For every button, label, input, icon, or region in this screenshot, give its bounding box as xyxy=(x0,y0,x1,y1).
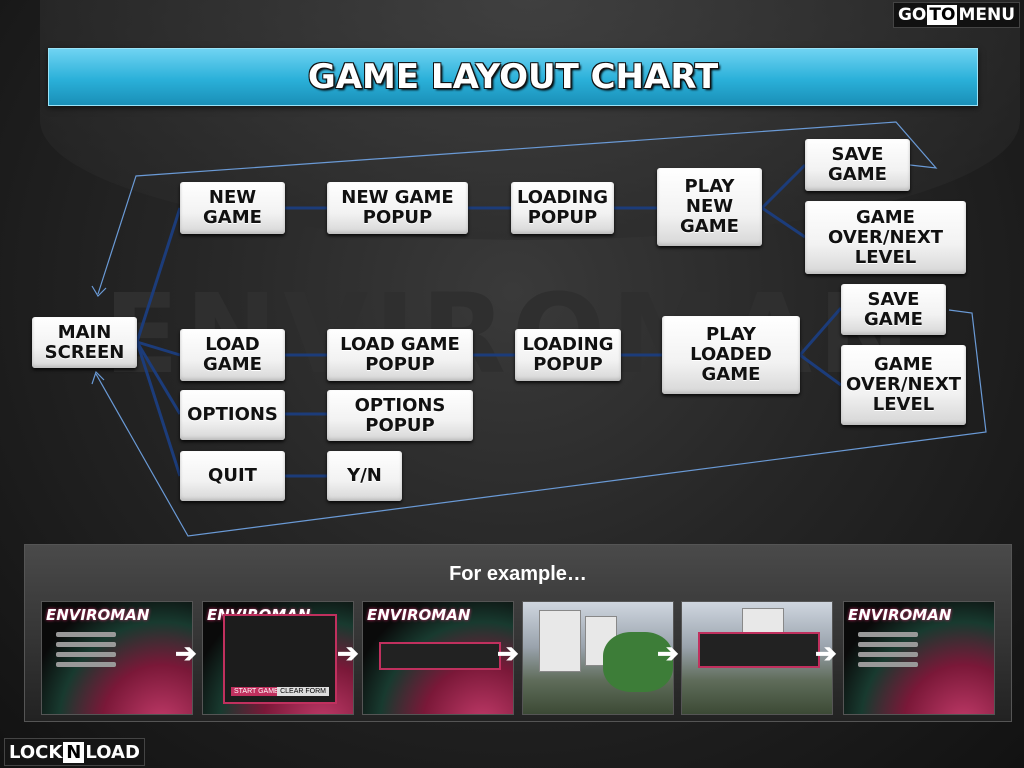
edge-playnew-gameover xyxy=(761,206,806,239)
node-game-over-1: GAME OVER/NEXT LEVEL xyxy=(805,201,966,274)
menu-item-line xyxy=(56,632,116,637)
brand-highlight: N xyxy=(63,741,85,763)
example-screen-save-game-dialog xyxy=(681,601,833,715)
node-new-game: NEW GAME xyxy=(180,182,285,234)
node-loading-popup-2: LOADING POPUP xyxy=(515,329,621,381)
node-options-popup: OPTIONS POPUP xyxy=(327,390,473,441)
example-screen-main-menu: ENVIROMAN xyxy=(41,601,193,715)
node-main-screen: MAIN SCREEN xyxy=(32,317,137,368)
enviroman-logo: ENVIROMAN xyxy=(848,606,952,624)
node-loading-popup-1: LOADING POPUP xyxy=(511,182,614,234)
clear-form-button: CLEAR FORM xyxy=(277,687,329,696)
example-screen-gameplay xyxy=(522,601,674,715)
node-play-loaded-game: PLAY LOADED GAME xyxy=(662,316,800,394)
enviroman-logo: ENVIROMAN xyxy=(367,606,471,624)
loading-bar xyxy=(379,642,501,670)
brand-right: LOAD xyxy=(85,741,140,763)
edge-main-quit xyxy=(135,341,182,477)
menu-item-line xyxy=(56,642,116,647)
node-load-game: LOAD GAME xyxy=(180,329,285,381)
node-save-game-2: SAVE GAME xyxy=(841,284,946,335)
node-game-over-2: GAME OVER/NEXT LEVEL xyxy=(841,345,966,425)
example-label: For example… xyxy=(449,563,587,585)
edge-playloaded-gameover xyxy=(799,353,842,387)
example-screen-new-game-dialog: ENVIROMAN START GAME CLEAR FORM xyxy=(202,601,354,715)
edge-playloaded-save xyxy=(798,307,843,356)
menu-item-line xyxy=(858,652,918,657)
menu-item-line xyxy=(858,642,918,647)
building xyxy=(539,610,581,672)
brand-left: LOCK xyxy=(9,741,63,763)
save-game-dialog xyxy=(698,632,820,668)
menu-item-line xyxy=(858,662,918,667)
edge-main-newgame xyxy=(135,207,182,343)
menu-item-line xyxy=(56,652,116,657)
node-quit: QUIT xyxy=(180,451,285,501)
example-screen-loading: ENVIROMAN xyxy=(362,601,514,715)
node-new-game-popup: NEW GAME POPUP xyxy=(327,182,468,234)
enviroman-logo: ENVIROMAN xyxy=(46,606,150,624)
example-screen-main-menu-return: ENVIROMAN xyxy=(843,601,995,715)
start-game-button: START GAME xyxy=(231,687,282,696)
menu-item-line xyxy=(858,632,918,637)
new-game-dialog: START GAME CLEAR FORM xyxy=(223,614,337,704)
menu-item-line xyxy=(56,662,116,667)
node-save-game-1: SAVE GAME xyxy=(805,139,910,191)
node-yn: Y/N xyxy=(327,451,402,501)
node-options: OPTIONS xyxy=(180,390,285,440)
node-load-game-popup: LOAD GAME POPUP xyxy=(327,329,473,381)
example-panel: For example… ENVIROMAN ➔ ENVIROMAN START… xyxy=(24,544,1012,722)
node-play-new-game: PLAY NEW GAME xyxy=(657,168,762,246)
edge-playnew-save xyxy=(760,163,807,210)
lock-n-load-logo: LOCK N LOAD xyxy=(4,738,145,766)
